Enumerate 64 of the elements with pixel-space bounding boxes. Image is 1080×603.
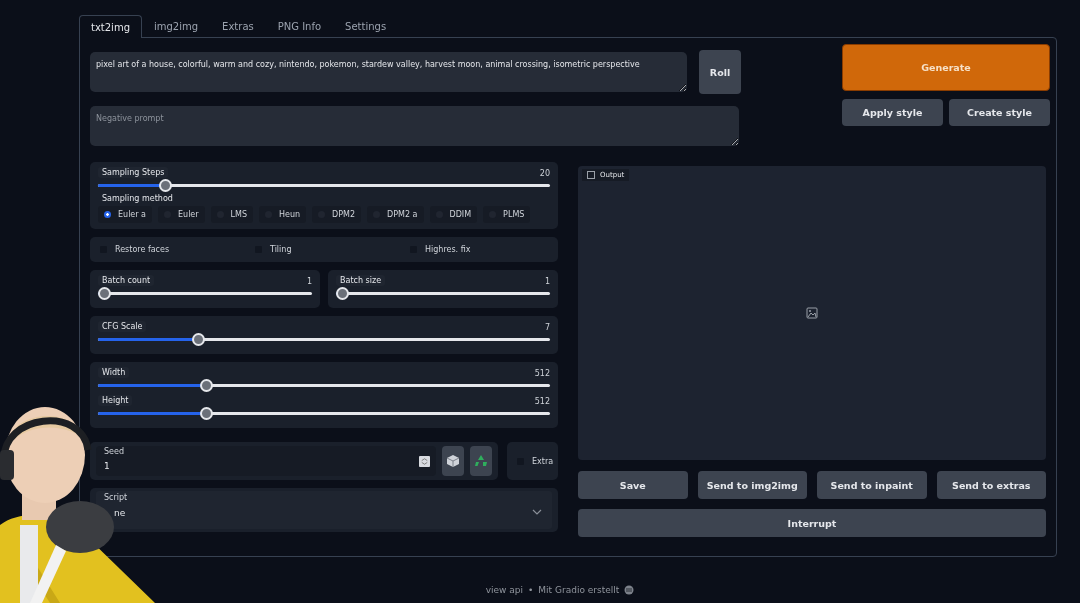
slider-value: 7 (544, 323, 550, 332)
slider-label: CFG Scale (98, 321, 147, 332)
checkbox-option[interactable]: Highres. fix (410, 245, 548, 254)
slider-label: Batch size (336, 275, 386, 286)
tab[interactable]: PNG Info (265, 14, 334, 37)
radio-option[interactable]: PLMS (483, 206, 531, 223)
slider-label: Batch count (98, 275, 155, 286)
dice-icon (446, 454, 460, 468)
spinner-icon[interactable] (419, 456, 430, 467)
slider-thumb[interactable] (336, 287, 349, 300)
checkbox-option[interactable]: Tiling (255, 245, 410, 254)
output-button[interactable]: Send to img2img (697, 471, 807, 499)
logo-icon (624, 585, 635, 595)
script-dropdown[interactable]: Script ne (96, 491, 552, 529)
view-api-link[interactable]: view api (485, 585, 524, 595)
output-button[interactable]: Save (578, 471, 688, 499)
tab[interactable]: Extras (210, 14, 266, 37)
slider-thumb[interactable] (159, 179, 173, 192)
slider-track[interactable] (98, 379, 550, 392)
slider-label: Sampling Steps (98, 167, 169, 178)
slider-value: 1 (544, 277, 550, 286)
interrupt-button[interactable]: Interrupt (578, 509, 1046, 537)
slider-value: 20 (539, 169, 550, 178)
checkbox-option[interactable]: Restore faces (100, 245, 255, 254)
output-button[interactable]: Send to extras (936, 471, 1046, 499)
slider-value: 1 (306, 277, 312, 286)
radio-option[interactable]: LMS (210, 206, 253, 223)
tab[interactable]: txt2img (79, 15, 142, 38)
slider-track[interactable] (98, 287, 312, 300)
slider-thumb[interactable] (98, 287, 111, 300)
slider-label: Width (98, 367, 130, 378)
style-button[interactable]: Apply style (842, 99, 943, 126)
negative-prompt-field[interactable]: Negative prompt (90, 106, 739, 146)
slider-value: 512 (534, 397, 550, 406)
slider-value: 512 (534, 369, 550, 378)
slider-thumb[interactable] (192, 333, 206, 346)
prompt-field[interactable]: pixel art of a house, colorful, warm and cozy, nintendo, pokemon, stardew valley, harvest moon, animal crossing, isometric perspective (90, 52, 687, 92)
slider-track[interactable] (336, 287, 550, 300)
radio-option[interactable]: DDIM (429, 206, 478, 223)
output-button[interactable]: Send to inpaint (817, 471, 927, 499)
footer-credit: Mit Gradio erstellt (538, 585, 620, 595)
tab[interactable]: img2img (142, 14, 211, 37)
checkbox-option[interactable]: Extra (517, 456, 554, 466)
sampling-method-label: Sampling method (102, 194, 174, 203)
dice-button[interactable] (442, 446, 464, 476)
radio-option[interactable]: DPM2 a (367, 206, 424, 223)
roll-button[interactable]: Roll (699, 50, 741, 94)
radio-option[interactable]: Heun (259, 206, 307, 223)
chevron-down-icon (532, 509, 542, 515)
radio-option[interactable]: Euler (158, 206, 205, 223)
radio-option[interactable]: DPM2 (312, 206, 362, 223)
style-button[interactable]: Create style (949, 99, 1050, 126)
tab[interactable]: Settings (333, 14, 399, 37)
slider-track[interactable] (98, 407, 550, 420)
slider-track[interactable] (98, 179, 550, 192)
slider-thumb[interactable] (200, 407, 214, 420)
radio-option[interactable]: Euler a (98, 206, 152, 223)
slider-track[interactable] (98, 333, 550, 346)
seed-field[interactable]: Seed 1 (96, 446, 436, 476)
recycle-button[interactable] (470, 446, 492, 476)
footer-separator: • (528, 585, 534, 595)
recycle-icon (474, 454, 488, 468)
slider-label: Height (98, 395, 133, 406)
slider-thumb[interactable] (200, 379, 214, 392)
